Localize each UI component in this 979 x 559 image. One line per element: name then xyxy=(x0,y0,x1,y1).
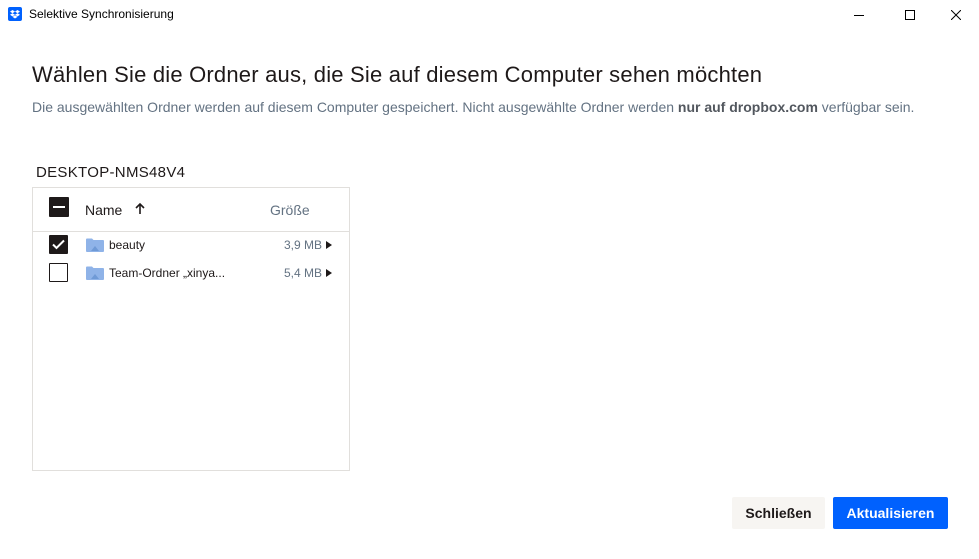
sort-ascending-icon[interactable] xyxy=(134,201,146,217)
name-column-header[interactable]: Name xyxy=(85,202,122,218)
folder-size: 3,9 MB xyxy=(283,238,322,252)
description-bold: nur auf dropbox.com xyxy=(677,99,818,115)
select-all-checkbox[interactable] xyxy=(49,197,69,217)
row-checkbox[interactable] xyxy=(49,263,68,282)
minimize-button[interactable] xyxy=(836,0,882,30)
folder-size: 5,4 MB xyxy=(283,266,322,280)
team-folder-icon xyxy=(86,266,104,280)
folder-list-panel: Name Größe beauty 3,9 MB Team-Ordner „xi… xyxy=(32,187,350,471)
size-column-header: Größe xyxy=(270,202,310,218)
window-title: Selektive Synchronisierung xyxy=(29,7,174,21)
description-text: Die ausgewählten Ordner werden auf diese… xyxy=(32,99,678,115)
description-text-end: verfügbar sein. xyxy=(817,99,915,115)
close-icon xyxy=(951,10,961,20)
close-button[interactable]: Schließen xyxy=(732,497,825,529)
checkmark-icon xyxy=(52,239,65,250)
folder-row[interactable]: Team-Ordner „xinya... 5,4 MB xyxy=(33,260,349,288)
maximize-icon xyxy=(905,10,915,20)
folder-row[interactable]: beauty 3,9 MB xyxy=(33,232,349,260)
title-bar: Selektive Synchronisierung xyxy=(0,0,979,30)
folder-icon xyxy=(86,238,104,252)
description: Die ausgewählten Ordner werden auf diese… xyxy=(32,96,952,119)
device-name: DESKTOP-NMS48V4 xyxy=(36,164,186,181)
page-title: Wählen Sie die Ordner aus, die Sie auf d… xyxy=(32,62,763,87)
expand-arrow-icon[interactable] xyxy=(326,269,332,277)
close-window-button[interactable] xyxy=(933,0,979,30)
maximize-button[interactable] xyxy=(887,0,933,30)
minimize-icon xyxy=(854,15,864,16)
expand-arrow-icon[interactable] xyxy=(326,241,332,249)
update-button[interactable]: Aktualisieren xyxy=(833,497,948,529)
table-header: Name Größe xyxy=(33,188,349,232)
dropbox-icon xyxy=(8,7,22,21)
folder-name: beauty xyxy=(109,238,146,252)
row-checkbox[interactable] xyxy=(49,235,68,254)
folder-name: Team-Ordner „xinya... xyxy=(109,266,226,280)
